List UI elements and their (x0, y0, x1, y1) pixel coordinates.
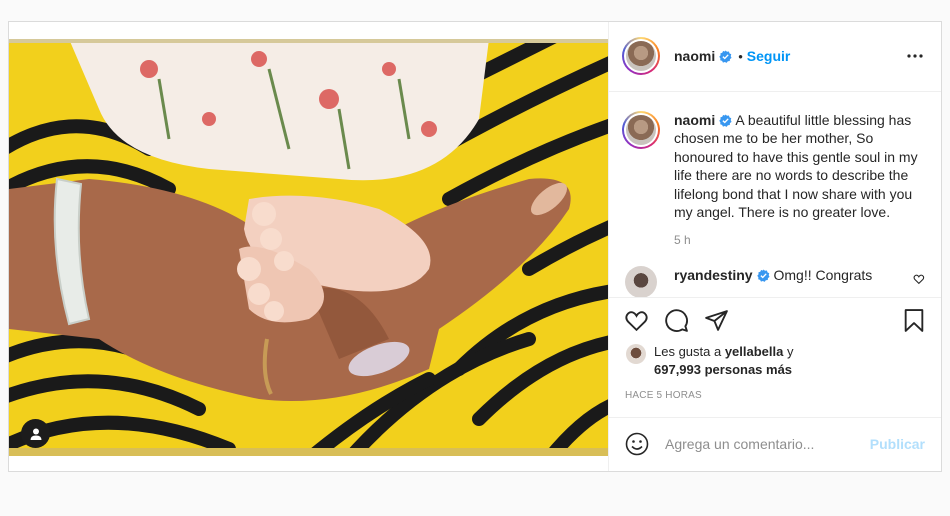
verified-badge-icon (719, 114, 732, 127)
liker-avatar[interactable] (626, 343, 646, 364)
comment-icon (665, 309, 688, 333)
post-timestamp[interactable]: HACE 5 HORAS (609, 382, 941, 418)
caption-username[interactable]: naomi (674, 112, 715, 128)
reply-text: Omg!! Congrats (773, 267, 873, 284)
user-tag-button[interactable] (21, 419, 50, 448)
author-avatar[interactable] (622, 37, 660, 76)
heart-icon (625, 311, 648, 332)
post-actions (609, 298, 941, 343)
post-card: naomi • Seguir naomi A beautiful little … (8, 21, 942, 472)
post-photo[interactable] (9, 39, 608, 456)
user-tag-icon (30, 428, 41, 440)
more-options-icon (907, 54, 923, 58)
author-username[interactable]: naomi (674, 48, 715, 64)
comment-button[interactable] (663, 307, 690, 334)
photo-top-band (9, 39, 608, 43)
save-button[interactable] (900, 307, 927, 334)
reply-comment: ryandestiny Omg!! Congrats (622, 266, 925, 298)
like-button[interactable] (623, 307, 650, 334)
verified-badge-icon (719, 50, 732, 63)
more-options-button[interactable] (905, 54, 925, 58)
share-icon (705, 310, 728, 332)
add-comment-bar: Publicar (609, 418, 941, 471)
post-side-panel: naomi • Seguir naomi A beautiful little … (608, 22, 941, 471)
verified-badge-icon (756, 269, 770, 283)
header-separator: • (738, 48, 743, 64)
post-media[interactable] (9, 22, 608, 471)
save-icon (904, 309, 923, 333)
reply-avatar[interactable] (625, 266, 657, 298)
photo-bottom-band (9, 448, 608, 456)
publish-button[interactable]: Publicar (870, 436, 925, 452)
comment-input[interactable] (665, 436, 865, 453)
caption-avatar[interactable] (622, 110, 660, 149)
comments-list[interactable]: naomi A beautiful little blessing has ch… (609, 92, 941, 299)
likes-prefix: Les gusta a (654, 343, 725, 359)
comment-like-icon[interactable] (913, 273, 925, 285)
likes-count[interactable]: 697,993 personas más (654, 362, 792, 377)
photo-illustration (9, 39, 608, 456)
share-button[interactable] (703, 307, 730, 334)
likes-summary: Les gusta a yellabella y 697,993 persona… (609, 343, 941, 382)
likes-suffix: y (783, 343, 794, 359)
caption-time[interactable]: 5 h (674, 231, 919, 250)
liker-username[interactable]: yellabella (725, 344, 784, 359)
caption-comment: naomi A beautiful little blessing has ch… (622, 110, 925, 250)
reply-username[interactable]: ryandestiny (674, 267, 753, 283)
follow-button[interactable]: Seguir (747, 48, 791, 64)
emoji-icon[interactable] (625, 432, 649, 456)
post-header: naomi • Seguir (609, 22, 941, 92)
